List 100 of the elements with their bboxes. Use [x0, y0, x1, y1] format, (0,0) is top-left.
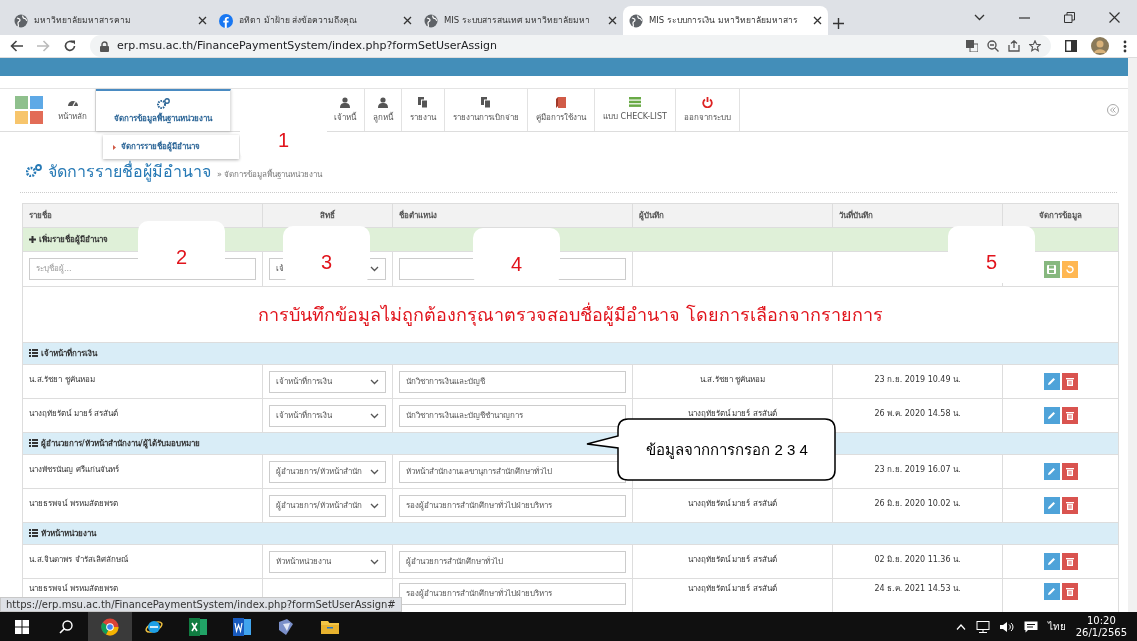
position-field[interactable]: นักวิชาการเงินและบัญชีชำนาญการ — [399, 404, 626, 427]
close-icon[interactable] — [813, 16, 822, 25]
document-icon[interactable] — [233, 617, 251, 636]
role-select[interactable]: หัวหน้าหน่วยงาน — [269, 550, 386, 573]
delete-button[interactable] — [1061, 497, 1078, 514]
role-select[interactable]: เจ้าหน้าที่การเงิน — [269, 370, 386, 393]
language-indicator[interactable]: ไทย — [1047, 619, 1066, 634]
scrollbar[interactable] — [1128, 58, 1137, 612]
plus-icon — [29, 235, 36, 243]
edit-button[interactable] — [1043, 463, 1060, 480]
notification-icon[interactable] — [1023, 620, 1038, 633]
browser-tab[interactable]: MIS ระบบการเงิน มหาวิทยาลัยมหาสาร — [623, 6, 828, 35]
position-field[interactable]: รองผู้อำนวยการสำนักศึกษาทั่วไปฝ่ายบริหาร — [399, 494, 626, 517]
app-icon[interactable] — [277, 617, 295, 636]
recorder-cell: นางฤทัยรัตน์ มายร์ สรสันต์ — [687, 584, 778, 593]
browser-tab[interactable]: MIS ระบบสารสนเทศ มหาวิทยาลัยมหา — [418, 6, 623, 35]
error-message: การบันทึกข้อมูลไม่ถูกต้องกรุณาตรวจสอบชื่อผู้มีอำนาจ โดยการเลือกจากรายการ — [258, 304, 883, 325]
gears-icon — [26, 164, 42, 177]
pencil-icon — [1047, 557, 1056, 566]
edit-button[interactable] — [1043, 553, 1060, 570]
clock[interactable]: 10:20 26/1/2565 — [1075, 614, 1127, 639]
zoom-icon[interactable] — [987, 40, 999, 52]
name-cell: น.ส.รัชยา ชูคันหอม — [29, 375, 95, 384]
facebook-icon — [219, 13, 233, 28]
globe-icon — [424, 13, 438, 28]
group-header: ผู้อำนวยการ/หัวหน้าสำนักงาน/ผู้ได้รับมอบหมาย — [29, 438, 200, 448]
edit-button[interactable] — [1043, 407, 1060, 424]
reload-icon[interactable] — [64, 40, 76, 52]
position-field[interactable]: รองผู้อำนวยการสำนักศึกษาทั่วไปฝ่ายบริหาร — [399, 583, 626, 605]
position-field[interactable]: ผู้อำนวยการสำนักศึกษาทั่วไป — [399, 550, 626, 573]
network-icon[interactable] — [975, 620, 990, 633]
role-select[interactable]: ผู้อำนวยการ/หัวหน้าสำนัก — [269, 460, 386, 483]
chevron-down-icon[interactable] — [974, 14, 985, 21]
more-icon[interactable] — [1123, 39, 1127, 53]
back-icon[interactable] — [10, 40, 23, 52]
role-select[interactable]: เจ้าหน้าที่การเงิน — [269, 404, 386, 427]
edit-button[interactable] — [1043, 583, 1060, 600]
browser-tab[interactable]: อทิตา ม้าฝ้าย ส่งข้อความถึงคุณ — [213, 6, 418, 35]
edit-button[interactable] — [1043, 373, 1060, 390]
recorder-cell: นางฤทัยรัตน์ มายร์ สรสันต์ — [687, 409, 778, 418]
chevron-icon — [370, 412, 379, 419]
close-icon[interactable] — [198, 16, 207, 25]
menu-tab[interactable]: จัดการข้อมูลพื้นฐานหน่วยงาน — [96, 89, 231, 131]
caret-icon — [113, 144, 116, 150]
trash-icon — [1065, 377, 1074, 386]
chevron-up-icon[interactable] — [955, 623, 966, 630]
role-select[interactable]: ผู้อำนวยการ/หัวหน้าสำนัก — [269, 494, 386, 517]
column-header: สิทธิ์ — [320, 210, 335, 220]
minimize-icon[interactable] — [1019, 16, 1030, 19]
callout-tooltip: ข้อมูลจากการกรอก 2 3 4 — [585, 418, 839, 482]
search-icon[interactable] — [59, 619, 73, 634]
avatar-icon[interactable] — [1091, 37, 1109, 55]
list-icon — [29, 529, 38, 537]
new-tab-icon[interactable] — [832, 18, 844, 29]
list-icon — [628, 97, 641, 107]
user-icon — [340, 96, 350, 108]
gears-icon — [156, 97, 170, 109]
delete-button[interactable] — [1061, 583, 1078, 600]
copy-icon — [481, 96, 491, 108]
close-icon[interactable] — [1109, 12, 1120, 23]
close-icon[interactable] — [608, 16, 617, 25]
recorder-cell: น.ส.รัชยา ชูคันหอม — [699, 375, 766, 384]
date-cell: 26 พ.ค. 2020 14.58 น. — [874, 409, 961, 418]
pencil-icon — [1047, 501, 1056, 510]
logo-icon — [15, 96, 43, 124]
recorder-cell: นางฤทัยรัตน์ มายร์ สรสันต์ — [687, 555, 778, 564]
position-field[interactable]: นักวิชาการเงินและบัญชี — [399, 370, 626, 393]
column-header: จัดการข้อมูล — [1039, 210, 1082, 220]
position-field[interactable]: หัวหน้าสำนักงานเลขานุการสำนักศึกษาทั่วไป — [399, 460, 626, 483]
column-header: ชื่อตำแหน่ง — [399, 210, 437, 220]
browser-tab[interactable]: มหาวิทยาลัยมหาสารคาม — [8, 6, 213, 35]
delete-button[interactable] — [1061, 407, 1078, 424]
folder-icon[interactable] — [321, 619, 339, 634]
submenu-item[interactable]: จัดการรายชื่อผู้มีอำนาจ — [103, 135, 239, 159]
chevron-icon — [370, 502, 379, 509]
list-icon — [29, 439, 38, 447]
copy-icon — [418, 96, 428, 108]
speaker-icon[interactable] — [999, 620, 1014, 633]
share-icon[interactable] — [1008, 40, 1020, 52]
column-header: ผู้บันทึก — [639, 210, 664, 220]
number-tooltip: 5 — [948, 226, 1035, 283]
delete-button[interactable] — [1061, 463, 1078, 480]
windows-icon — [15, 619, 29, 634]
column-header: รายชื่อ — [29, 210, 52, 220]
edit-button[interactable] — [1043, 497, 1060, 514]
name-cell: นางพัชรนันญ ศรีแก่นจันทร์ — [29, 465, 119, 474]
restore-icon[interactable] — [1064, 12, 1075, 23]
delete-button[interactable] — [1061, 553, 1078, 570]
trash-icon — [1065, 587, 1074, 596]
star-icon[interactable] — [1029, 40, 1041, 52]
date-cell: 26 มิ.ย. 2020 10.02 น. — [874, 499, 961, 508]
address-bar[interactable]: erp.msu.ac.th/FinancePaymentSystem/index.php?formSetUserAssign — [90, 35, 1051, 57]
translate-icon[interactable] — [966, 40, 978, 52]
spreadsheet-icon[interactable] — [189, 617, 207, 636]
sidebar-icon[interactable] — [1065, 40, 1077, 52]
close-icon[interactable] — [403, 16, 412, 25]
pencil-icon — [1047, 411, 1056, 420]
browser-icon[interactable] — [101, 617, 119, 636]
group-header: หัวหน้าหน่วยงาน — [29, 528, 96, 538]
delete-button[interactable] — [1061, 373, 1078, 390]
